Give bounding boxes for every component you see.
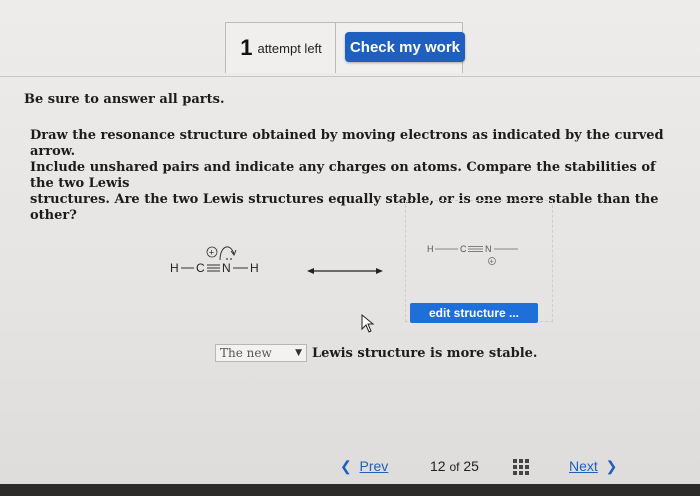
attempts-indicator: 1 attempt left	[225, 22, 337, 73]
prev-label: Prev	[359, 458, 389, 474]
bottom-edge	[0, 484, 700, 496]
current-page: 12	[430, 458, 446, 474]
attempt-count: 1	[240, 35, 253, 60]
prev-button[interactable]: ❮ Prev	[340, 458, 388, 475]
top-toolbar: 1 attempt left Check my work	[0, 0, 700, 77]
check-my-work-button[interactable]: Check my work	[345, 32, 465, 62]
instruction-text: Be sure to answer all parts.	[24, 92, 225, 107]
next-label: Next	[569, 458, 598, 474]
next-button[interactable]: Next ❯	[569, 458, 617, 475]
question-line-2: Include unshared pairs and indicate any …	[30, 160, 656, 191]
lewis-structure-original: H C N H +	[170, 246, 259, 275]
answer-formal-charge: +	[490, 259, 494, 266]
chevron-left-icon: ❮	[340, 458, 352, 474]
attempt-label: attempt left	[257, 40, 322, 56]
curved-arrow-icon	[219, 246, 235, 261]
formal-charge: +	[209, 248, 214, 258]
of-word: of	[449, 460, 460, 474]
mouse-cursor-icon	[361, 314, 375, 333]
total-pages: 25	[463, 458, 479, 474]
atom-c: C	[196, 261, 205, 275]
answer-atom-c: C	[460, 244, 467, 254]
resonance-arrow-icon	[307, 268, 383, 274]
atom-h-left: H	[170, 261, 179, 275]
question-text: Draw the resonance structure obtained by…	[30, 128, 670, 224]
page-indicator: 12 of 25	[430, 458, 479, 474]
chevron-right-icon: ❯	[605, 458, 618, 474]
lewis-structure-answer: H C N +	[427, 244, 518, 266]
atom-h-right: H	[250, 261, 259, 275]
answer-atom-h: H	[427, 244, 434, 254]
answer-atom-n: N	[485, 244, 492, 254]
answer-sentence: Lewis structure is more stable.	[312, 346, 538, 361]
grid-icon[interactable]	[513, 459, 529, 475]
edit-structure-button[interactable]: edit structure ...	[410, 303, 538, 323]
atom-n: N	[222, 261, 231, 275]
dropdown-caret-icon: ▼	[295, 348, 302, 358]
question-line-3: structures. Are the two Lewis structures…	[30, 192, 659, 223]
dropdown-selected-value: The new	[220, 346, 272, 360]
stability-dropdown[interactable]: The new ▼	[215, 344, 307, 362]
question-line-1: Draw the resonance structure obtained by…	[30, 128, 664, 159]
